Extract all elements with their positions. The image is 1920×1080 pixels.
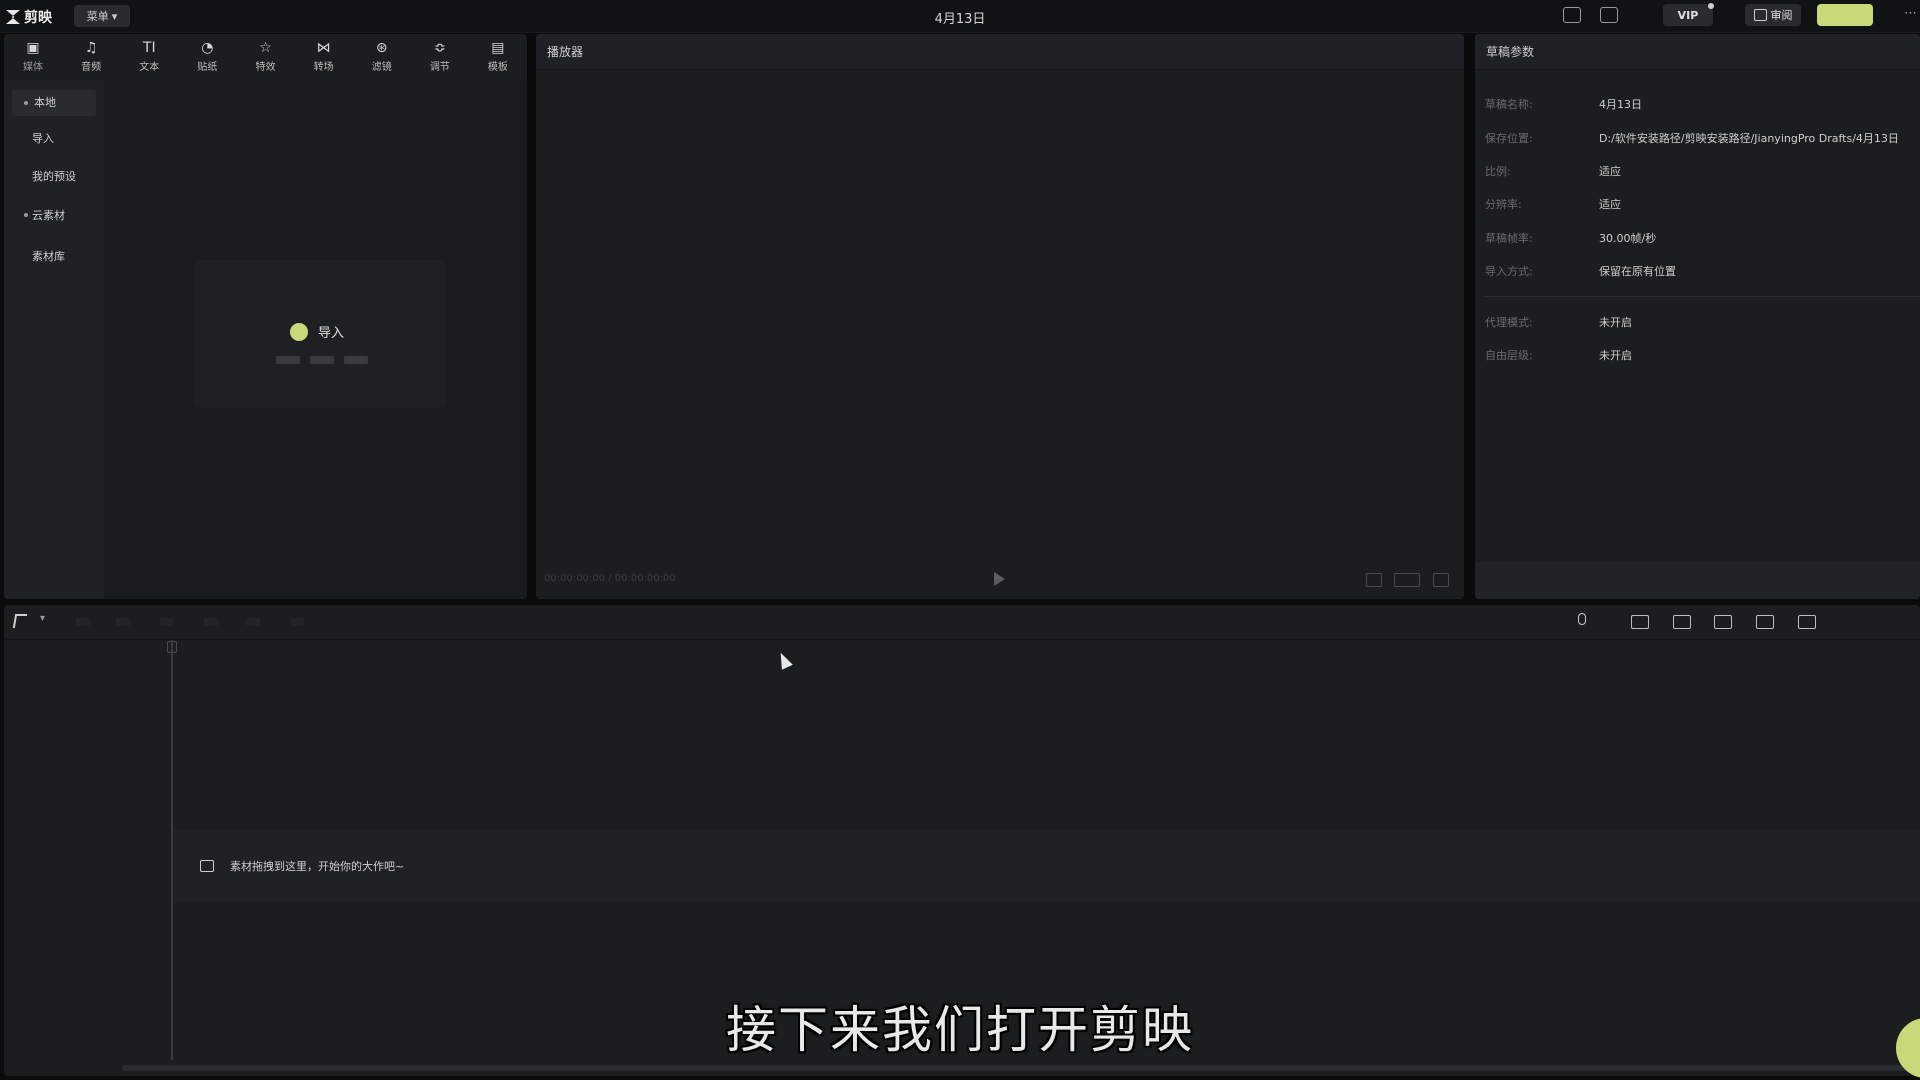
sidebar-item-cloud[interactable]: 云素材: [22, 207, 65, 223]
player-panel: 播放器 00:00:00:00 / 00:00:00:00: [536, 34, 1464, 599]
chevron-down-icon[interactable]: ▾: [40, 613, 45, 624]
ratio-icon[interactable]: [1394, 573, 1420, 587]
screenshot-icon[interactable]: [1366, 573, 1382, 587]
link-main-track-icon[interactable]: [1631, 615, 1649, 629]
player-title: 播放器: [536, 34, 1464, 70]
top-bar: 剪映 菜单 ▾ 4月13日 VIP 审阅 ⋯: [0, 0, 1920, 33]
prop-ratio: 比例: 适应: [1485, 165, 1621, 178]
hint-placeholder: [310, 356, 334, 364]
linkage-icon[interactable]: [1714, 615, 1732, 629]
import-card[interactable]: 导入: [194, 260, 446, 408]
drop-hint: 素材拖拽到这里，开始你的大作吧~: [230, 860, 405, 873]
props-title: 草稿参数: [1475, 34, 1920, 70]
expand-bullet-icon: [24, 213, 28, 217]
media-content-area: 导入: [104, 80, 527, 599]
window-title: 4月13日: [934, 12, 986, 27]
player-viewport: [536, 71, 1464, 561]
tab-template[interactable]: ▤ 模板: [469, 34, 527, 79]
tab-effects[interactable]: ☆ 特效: [236, 34, 294, 79]
prop-save-location: 保存位置: D:/软件安装路径/剪映安装路径/JianyingPro Draft…: [1485, 132, 1899, 145]
sidebar-item-my-presets[interactable]: 我的预设: [32, 168, 76, 184]
expand-bullet-icon: [24, 101, 28, 105]
timeline-toolbar: ▾: [4, 605, 1920, 640]
props-footer: [1475, 562, 1920, 599]
player-controls: 00:00:00:00 / 00:00:00:00: [536, 561, 1464, 599]
sidebar-item-library[interactable]: 素材库: [32, 248, 65, 264]
undo-icon[interactable]: [76, 618, 90, 626]
prop-frame-rate: 草稿帧率: 30.00帧/秒: [1485, 232, 1657, 245]
import-hints: [276, 356, 368, 364]
media-icon: ▣: [26, 40, 40, 56]
filter-icon: ⊛: [375, 40, 388, 56]
review-button[interactable]: 审阅: [1745, 4, 1801, 26]
audio-icon: ♫: [84, 40, 98, 56]
review-icon: [1753, 9, 1767, 21]
export-button[interactable]: [1817, 4, 1873, 26]
media-panel: ▣ 媒体 ♫ 音频 TI 文本 ◔ 贴纸 ☆ 特效 ⋈ 转场 ⊛ 滤镜 ≎ 调节: [4, 34, 527, 599]
select-tool-icon[interactable]: [12, 614, 28, 628]
freeze-icon[interactable]: [246, 618, 260, 626]
tab-sticker[interactable]: ◔ 贴纸: [178, 34, 236, 79]
shortcut-keys-icon[interactable]: [1563, 7, 1581, 23]
vip-button[interactable]: VIP: [1663, 3, 1714, 26]
split-icon[interactable]: [160, 618, 174, 626]
microphone-icon[interactable]: [1578, 613, 1586, 625]
preview-axis-icon[interactable]: [1756, 615, 1774, 629]
fit-timeline-icon[interactable]: [1798, 615, 1816, 629]
sidebar-item-import[interactable]: 导入: [32, 130, 54, 146]
tab-filter[interactable]: ⊛ 滤镜: [353, 34, 411, 79]
vip-label: VIP: [1677, 8, 1699, 22]
review-label: 审阅: [1770, 9, 1793, 22]
snap-icon[interactable]: [1673, 615, 1691, 629]
import-label: 导入: [318, 326, 345, 341]
more-icon[interactable]: ⋯: [1904, 6, 1917, 21]
media-sidebar: 本地 导入 我的预设 云素材 素材库: [4, 80, 104, 599]
divider: [1485, 296, 1920, 297]
fullscreen-icon[interactable]: [1433, 573, 1449, 587]
layout-icon[interactable]: [1600, 7, 1618, 23]
prop-proxy-mode: 代理模式: 未开启: [1485, 316, 1632, 329]
prop-import-mode: 导入方式: 保留在原有位置: [1485, 265, 1676, 278]
tab-audio[interactable]: ♫ 音频: [62, 34, 120, 79]
import-plus-icon: [290, 322, 308, 341]
main-track-drop-zone[interactable]: 素材拖拽到这里，开始你的大作吧~: [174, 829, 1920, 903]
redo-icon[interactable]: [116, 618, 130, 626]
prop-draft-name: 草稿名称: 4月13日: [1485, 98, 1642, 111]
transition-icon: ⋈: [316, 40, 331, 56]
video-subtitle: 接下来我们打开剪映: [726, 1001, 1194, 1059]
adjust-icon: ≎: [433, 40, 446, 56]
horizontal-scrollbar[interactable]: [122, 1065, 1920, 1071]
import-row: 导入: [290, 322, 344, 341]
crop-icon[interactable]: [290, 618, 304, 626]
draft-properties-panel: 草稿参数 草稿名称: 4月13日 保存位置: D:/软件安装路径/剪映安装路径/…: [1475, 34, 1920, 599]
template-icon: ▤: [491, 40, 505, 56]
delete-icon[interactable]: [204, 618, 218, 626]
hint-placeholder: [276, 356, 300, 364]
prop-free-layer: 自由层级: 未开启: [1485, 349, 1632, 362]
sidebar-item-local[interactable]: 本地: [12, 90, 96, 116]
notification-dot: [1708, 3, 1714, 9]
media-toolbar: ▣ 媒体 ♫ 音频 TI 文本 ◔ 贴纸 ☆ 特效 ⋈ 转场 ⊛ 滤镜 ≎ 调节: [4, 34, 527, 79]
hint-placeholder: [344, 356, 368, 364]
tab-text[interactable]: TI 文本: [120, 34, 178, 79]
film-icon: [200, 860, 214, 872]
tab-adjust[interactable]: ≎ 调节: [411, 34, 469, 79]
play-icon[interactable]: [994, 572, 1005, 586]
tab-transition[interactable]: ⋈ 转场: [295, 34, 353, 79]
tab-media[interactable]: ▣ 媒体: [4, 34, 62, 79]
timecode: 00:00:00:00 / 00:00:00:00: [544, 573, 676, 584]
sticker-icon: ◔: [201, 40, 214, 56]
prop-resolution: 分辨率: 适应: [1485, 198, 1621, 211]
text-icon: TI: [142, 40, 156, 56]
effects-icon: ☆: [259, 40, 272, 56]
